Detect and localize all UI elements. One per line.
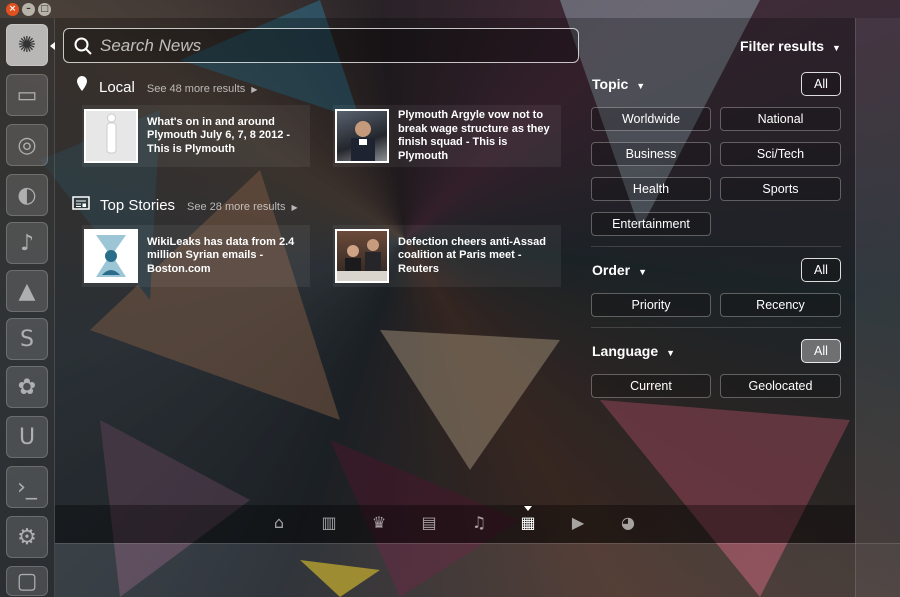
music-icon[interactable]: ♪ (6, 222, 48, 264)
result-item[interactable]: Defection cheers anti-Assad coalition at… (333, 225, 561, 287)
location-pin-icon (77, 76, 87, 91)
order-recency-button[interactable]: Recency (720, 293, 841, 317)
see-more-link[interactable]: See 28 more results (187, 201, 285, 213)
filter-language-title[interactable]: Language ▼ (592, 343, 675, 359)
s-app-icon[interactable]: S (6, 318, 48, 360)
result-item[interactable]: WikiLeaks has data from 2.4 million Syri… (82, 225, 310, 287)
social-icon[interactable]: ♛ (368, 512, 390, 534)
files-icon[interactable]: ▤ (418, 512, 440, 534)
drive-icon[interactable]: ▲ (6, 270, 48, 312)
caret-down-icon: ▼ (832, 43, 841, 53)
minimize-button[interactable]: – (22, 3, 35, 16)
topic-sports-button[interactable]: Sports (720, 177, 841, 201)
active-lens-indicator-icon (524, 506, 532, 511)
topic-all-button[interactable]: All (801, 72, 841, 96)
photo-lens-icon[interactable]: ◕ (617, 512, 639, 534)
order-all-button[interactable]: All (801, 258, 841, 282)
section-top-stories-header: Top Stories See 28 more results ▶ (72, 196, 298, 214)
result-title: WikiLeaks has data from 2.4 million Syri… (147, 235, 295, 275)
filter-order-title[interactable]: Order ▼ (592, 262, 647, 278)
home-icon[interactable]: ⌂ (268, 512, 290, 534)
filter-topic-title[interactable]: Topic ▼ (592, 76, 645, 92)
topic-business-button[interactable]: Business (591, 142, 711, 166)
filter-language-label: Language (592, 343, 659, 359)
result-title: Defection cheers anti-Assad coalition at… (398, 235, 546, 275)
news-photo (335, 229, 389, 283)
photo-app-icon[interactable]: ✿ (6, 366, 48, 408)
topic-national-button[interactable]: National (720, 107, 841, 131)
music-lens-icon[interactable]: ♫ (468, 512, 490, 534)
caret-down-icon: ▼ (638, 267, 648, 277)
divider (591, 246, 841, 247)
folder-icon[interactable]: ▭ (6, 74, 48, 116)
arrow-right-icon: ▶ (291, 203, 298, 212)
search-icon (74, 37, 92, 55)
topic-scitech-button[interactable]: Sci/Tech (720, 142, 841, 166)
language-all-button[interactable]: All (801, 339, 841, 363)
result-title: What's on in and around Plymouth July 6,… (147, 115, 291, 155)
section-title: Top Stories (100, 197, 176, 214)
settings-icon[interactable]: ⚙ (6, 516, 48, 558)
search-box[interactable] (63, 28, 579, 63)
firefox-icon[interactable]: ◐ (6, 174, 48, 216)
ubuntu-logo-icon[interactable]: ✺ (6, 24, 48, 66)
video-icon[interactable]: ▶ (567, 512, 589, 534)
topic-health-button[interactable]: Health (591, 177, 711, 201)
arrow-right-icon: ▶ (251, 85, 258, 94)
section-title: Local (99, 79, 135, 96)
chrome-icon[interactable]: ◎ (6, 124, 48, 166)
result-title: Plymouth Argyle vow not to break wage st… (398, 109, 550, 162)
workspace-icon[interactable]: ▢ (6, 566, 48, 596)
wikileaks-logo (84, 229, 138, 283)
applications-icon[interactable]: ▥ (318, 512, 340, 534)
terminal-icon[interactable]: ›_ (6, 466, 48, 508)
topic-worldwide-button[interactable]: Worldwide (591, 107, 711, 131)
news-photo (335, 109, 389, 163)
maximize-button[interactable]: □ (38, 3, 51, 16)
section-local-header: Local See 48 more results ▶ (76, 76, 257, 96)
topic-entertainment-button[interactable]: Entertainment (591, 212, 711, 236)
filter-results-label: Filter results (740, 38, 825, 54)
lens-bar (55, 505, 855, 543)
news-lens-icon[interactable]: ▦ (517, 512, 539, 534)
order-priority-button[interactable]: Priority (591, 293, 711, 317)
filter-results-toggle[interactable]: Filter results ▼ (740, 38, 841, 54)
filter-topic-label: Topic (592, 76, 629, 92)
info-icon (84, 109, 138, 163)
caret-down-icon: ▼ (666, 348, 676, 358)
see-more-link[interactable]: See 48 more results (147, 83, 245, 95)
language-geolocated-button[interactable]: Geolocated (720, 374, 841, 398)
language-current-button[interactable]: Current (591, 374, 711, 398)
close-button[interactable]: × (6, 3, 19, 16)
caret-down-icon: ▼ (636, 81, 646, 91)
u-app-icon[interactable]: U (6, 416, 48, 458)
search-input[interactable] (100, 35, 560, 56)
result-item[interactable]: What's on in and around Plymouth July 6,… (82, 105, 310, 167)
filter-order-label: Order (592, 262, 631, 278)
dash-border-bottom (55, 543, 900, 597)
dash-border-right (855, 18, 900, 597)
divider (591, 327, 841, 328)
news-icon (72, 196, 90, 210)
result-item[interactable]: Plymouth Argyle vow not to break wage st… (333, 105, 561, 167)
